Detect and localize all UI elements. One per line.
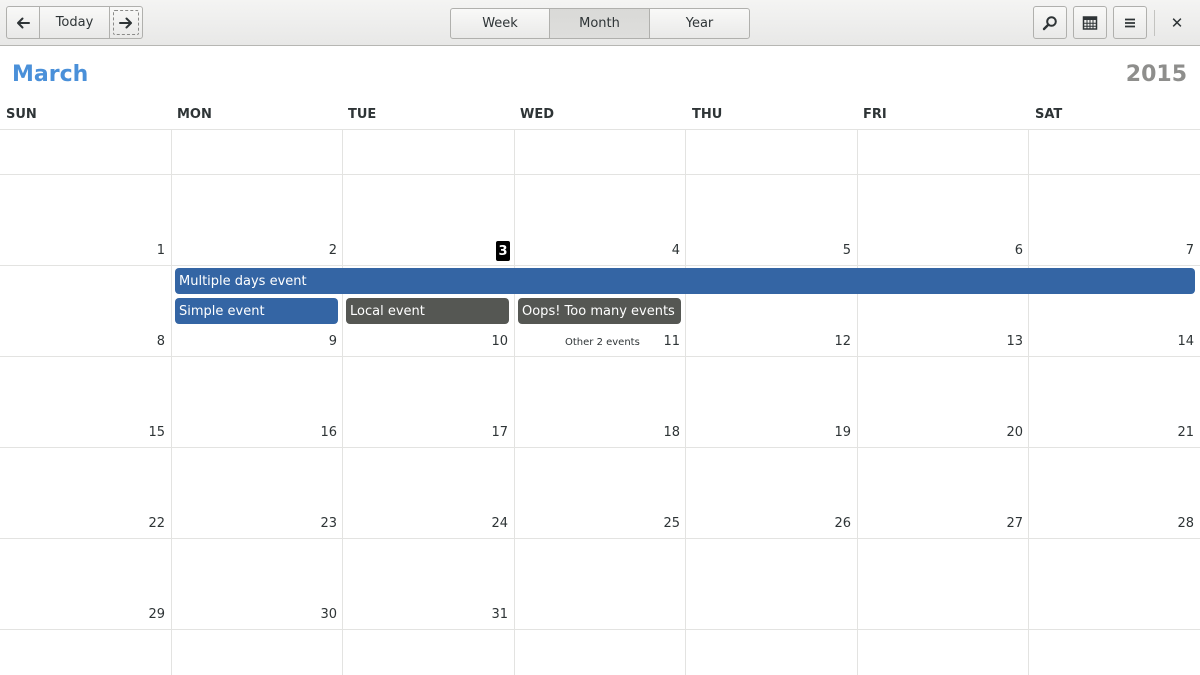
- day-cell-24[interactable]: 24: [468, 516, 508, 531]
- view-switcher: Week Month Year: [450, 8, 750, 39]
- day-cell-today[interactable]: 3: [496, 241, 510, 261]
- day-cell-23[interactable]: 23: [297, 516, 337, 531]
- grid-line: [1028, 130, 1029, 675]
- day-cell-6[interactable]: 6: [983, 243, 1023, 258]
- day-cell-26[interactable]: 26: [811, 516, 851, 531]
- more-events-link[interactable]: Other 2 events: [565, 337, 640, 348]
- day-cell-27[interactable]: 27: [983, 516, 1023, 531]
- day-cell-11[interactable]: 11: [640, 334, 680, 349]
- day-cell-15[interactable]: 15: [125, 425, 165, 440]
- grid-line: [514, 130, 515, 675]
- grid-line: [342, 130, 343, 675]
- tab-week[interactable]: Week: [450, 8, 550, 39]
- tab-month[interactable]: Month: [549, 8, 650, 39]
- calendars-button[interactable]: [1073, 6, 1107, 39]
- day-cell-13[interactable]: 13: [983, 334, 1023, 349]
- grid-line: [0, 356, 1200, 357]
- day-cell-21[interactable]: 21: [1154, 425, 1194, 440]
- month-title: March: [12, 62, 89, 87]
- close-icon: ✕: [1170, 13, 1184, 32]
- weekday-fri: FRI: [863, 107, 887, 122]
- event-oops[interactable]: Oops! Too many events: [518, 298, 681, 324]
- tab-year[interactable]: Year: [649, 8, 750, 39]
- weekday-thu: THU: [692, 107, 723, 122]
- grid-line: [0, 129, 1200, 130]
- day-cell-2[interactable]: 2: [297, 243, 337, 258]
- weekday-sat: SAT: [1035, 107, 1063, 122]
- weekday-wed: WED: [520, 107, 555, 122]
- year-title: 2015: [1125, 62, 1187, 87]
- search-icon: [1042, 15, 1058, 31]
- header-bar: Today Week Month Year ✕: [0, 0, 1200, 46]
- day-cell-7[interactable]: 7: [1154, 243, 1194, 258]
- search-button[interactable]: [1033, 6, 1067, 39]
- close-button[interactable]: ✕: [1162, 6, 1192, 39]
- day-cell-4[interactable]: 4: [640, 243, 680, 258]
- day-cell-5[interactable]: 5: [811, 243, 851, 258]
- header-separator: [1154, 10, 1155, 36]
- event-multiple-days[interactable]: Multiple days event: [175, 268, 1195, 294]
- grid-line: [685, 130, 686, 675]
- event-simple[interactable]: Simple event: [175, 298, 338, 324]
- hamburger-menu-icon: [1123, 16, 1137, 30]
- grid-line: [0, 174, 1200, 175]
- grid-line: [857, 130, 858, 675]
- menu-button[interactable]: [1113, 6, 1147, 39]
- day-cell-1[interactable]: 1: [125, 243, 165, 258]
- day-cell-31[interactable]: 31: [468, 607, 508, 622]
- day-cell-17[interactable]: 17: [468, 425, 508, 440]
- grid-line: [171, 130, 172, 675]
- day-cell-9[interactable]: 9: [297, 334, 337, 349]
- day-cell-20[interactable]: 20: [983, 425, 1023, 440]
- next-button[interactable]: [109, 6, 143, 39]
- event-local[interactable]: Local event: [346, 298, 509, 324]
- day-cell-12[interactable]: 12: [811, 334, 851, 349]
- grid-line: [0, 538, 1200, 539]
- previous-button[interactable]: [6, 6, 40, 39]
- day-cell-28[interactable]: 28: [1154, 516, 1194, 531]
- grid-line: [0, 265, 1200, 266]
- day-cell-16[interactable]: 16: [297, 425, 337, 440]
- weekday-mon: MON: [177, 107, 212, 122]
- day-cell-22[interactable]: 22: [125, 516, 165, 531]
- grid-line: [0, 447, 1200, 448]
- day-cell-8[interactable]: 8: [125, 334, 165, 349]
- calendar-grid-icon: [1082, 15, 1098, 31]
- day-cell-18[interactable]: 18: [640, 425, 680, 440]
- today-button[interactable]: Today: [39, 6, 110, 39]
- day-cell-30[interactable]: 30: [297, 607, 337, 622]
- day-cell-19[interactable]: 19: [811, 425, 851, 440]
- day-cell-10[interactable]: 10: [468, 334, 508, 349]
- grid-line: [0, 629, 1200, 630]
- arrow-left-icon: [16, 16, 30, 30]
- focus-ring: [113, 10, 139, 35]
- day-cell-14[interactable]: 14: [1154, 334, 1194, 349]
- navigation-group: Today: [6, 6, 143, 39]
- weekday-tue: TUE: [348, 107, 377, 122]
- weekday-sun: SUN: [6, 107, 37, 122]
- day-cell-25[interactable]: 25: [640, 516, 680, 531]
- day-cell-29[interactable]: 29: [125, 607, 165, 622]
